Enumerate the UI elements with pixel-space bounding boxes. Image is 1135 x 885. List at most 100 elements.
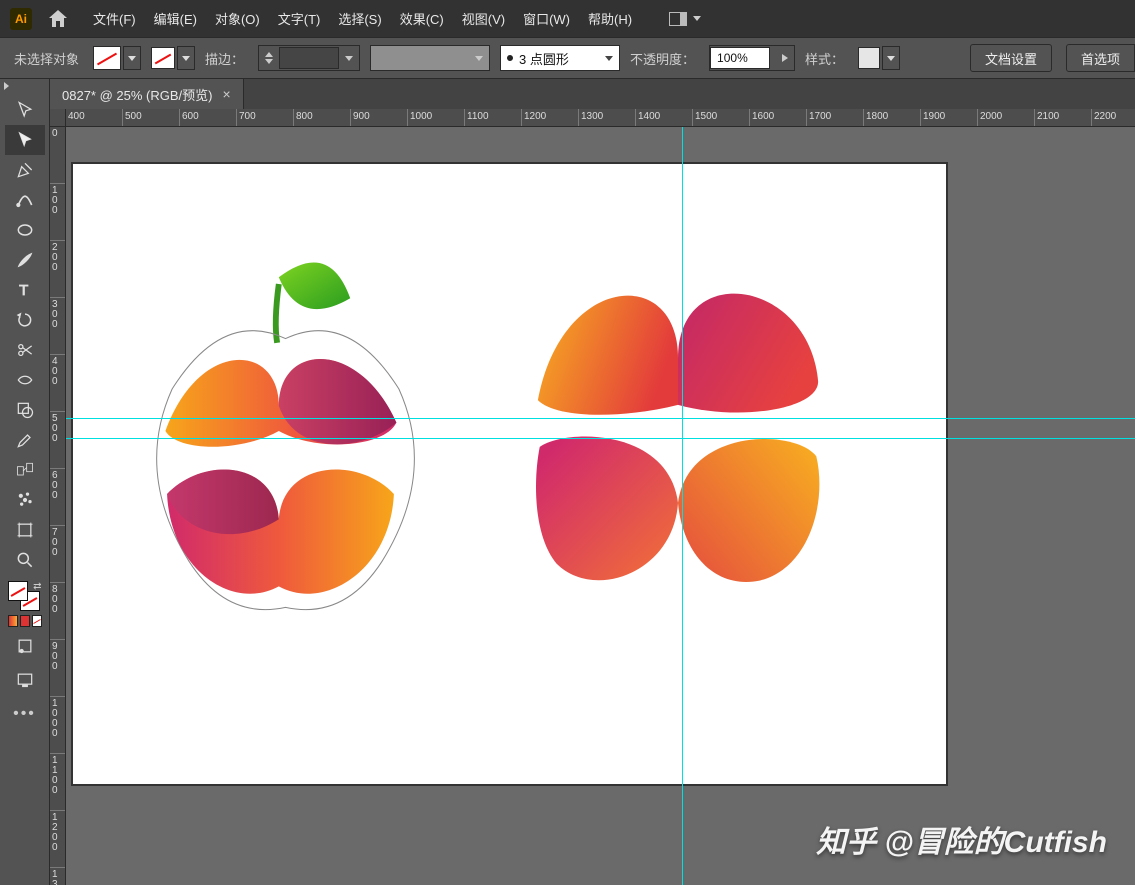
home-icon[interactable]	[46, 7, 70, 31]
opacity-input[interactable]	[710, 47, 770, 69]
stroke-label: 描边：	[205, 49, 244, 68]
ruler-tick: 2100	[1035, 109, 1092, 126]
zoom-tool[interactable]	[5, 545, 45, 575]
selection-tool[interactable]	[5, 95, 45, 125]
paintbrush-tool[interactable]	[5, 245, 45, 275]
vector-ribbons-artwork	[528, 246, 828, 601]
app-icon: Ai	[10, 8, 32, 30]
document-setup-button[interactable]: 文档设置	[970, 44, 1052, 72]
tool-panel: T ⇄ •••	[0, 79, 50, 885]
menu-item-8[interactable]: 帮助(H)	[579, 0, 641, 37]
document-tab[interactable]: 0827* @ 25% (RGB/预览) ×	[50, 79, 244, 109]
horizontal-guide-upper[interactable]	[66, 418, 1135, 419]
canvas[interactable]: 知乎 @冒险的Cutfish	[66, 127, 1135, 885]
ruler-origin[interactable]	[50, 109, 66, 127]
selection-status: 未选择对象	[14, 49, 79, 68]
width-tool[interactable]	[5, 365, 45, 395]
ruler-tick: 1 0 0 0	[50, 697, 65, 754]
style-label: 样式：	[805, 49, 844, 68]
stroke-swatch-group[interactable]	[151, 46, 195, 70]
stroke-weight-input[interactable]	[279, 47, 339, 69]
vertical-guide[interactable]	[682, 127, 683, 885]
stroke-dropdown[interactable]	[177, 46, 195, 70]
draw-mode-tool[interactable]	[5, 631, 45, 661]
document-tab-title: 0827* @ 25% (RGB/预览)	[62, 85, 212, 104]
stroke-swatch[interactable]	[151, 47, 175, 69]
screen-mode-tool[interactable]	[5, 665, 45, 695]
ruler-tick: 1500	[693, 109, 750, 126]
artboard-tool[interactable]	[5, 515, 45, 545]
fill-dropdown[interactable]	[123, 46, 141, 70]
pen-tool[interactable]	[5, 155, 45, 185]
ruler-tick: 8 0 0	[50, 583, 65, 640]
preferences-button[interactable]: 首选项	[1066, 44, 1135, 72]
document-area: 0827* @ 25% (RGB/预览) × 40050060070080090…	[50, 79, 1135, 885]
fill-swatch[interactable]	[93, 46, 121, 70]
gradient-mode-icon[interactable]	[8, 615, 18, 627]
menu-item-1[interactable]: 编辑(E)	[145, 0, 206, 37]
menubar: Ai 文件(F)编辑(E)对象(O)文字(T)选择(S)效果(C)视图(V)窗口…	[0, 0, 1135, 37]
stroke-weight-field[interactable]	[258, 45, 360, 71]
fill-swatch-group[interactable]	[93, 46, 141, 70]
close-icon[interactable]: ×	[222, 86, 230, 102]
ruler-tick: 5 0 0	[50, 412, 65, 469]
opacity-label: 不透明度：	[630, 49, 695, 68]
opacity-popup-icon[interactable]	[782, 54, 788, 62]
ruler-tick: 2000	[978, 109, 1035, 126]
brush-definition[interactable]: 3 点圆形	[500, 45, 620, 71]
fill-color-swatch[interactable]	[8, 581, 28, 601]
ruler-tick: 0	[50, 127, 65, 184]
ruler-tick: 3 0 0	[50, 298, 65, 355]
symbol-sprayer-tool[interactable]	[5, 485, 45, 515]
workspace-switcher[interactable]	[659, 12, 711, 26]
blend-tool[interactable]	[5, 455, 45, 485]
type-tool[interactable]: T	[5, 275, 45, 305]
chevron-down-icon[interactable]	[605, 56, 613, 61]
curvature-tool[interactable]	[5, 185, 45, 215]
spinner-icon[interactable]	[265, 52, 273, 64]
menu-item-7[interactable]: 窗口(W)	[514, 0, 579, 37]
direct-selection-tool[interactable]	[5, 125, 45, 155]
fill-stroke-color[interactable]: ⇄	[8, 581, 42, 611]
graphic-style[interactable]	[858, 46, 900, 70]
ruler-tick: 500	[123, 109, 180, 126]
none-mode-icon[interactable]	[32, 615, 42, 627]
ruler-tick: 1800	[864, 109, 921, 126]
ruler-tick: 1200	[522, 109, 579, 126]
swap-colors-icon[interactable]: ⇄	[33, 581, 41, 592]
menu-item-6[interactable]: 视图(V)	[453, 0, 514, 37]
chevron-down-icon[interactable]	[345, 56, 353, 61]
ruler-tick: 1100	[465, 109, 522, 126]
variable-width-profile[interactable]	[370, 45, 490, 71]
color-mode-row	[8, 615, 42, 627]
ruler-tick: 1400	[636, 109, 693, 126]
panel-collapse-handle[interactable]	[0, 79, 49, 93]
vertical-ruler[interactable]: 01 0 02 0 03 0 04 0 05 0 06 0 07 0 08 0 …	[50, 127, 66, 885]
rotate-tool[interactable]	[5, 305, 45, 335]
menu-item-2[interactable]: 对象(O)	[206, 0, 269, 37]
eyedropper-tool[interactable]	[5, 425, 45, 455]
ruler-tick: 1000	[408, 109, 465, 126]
ruler-tick: 6 0 0	[50, 469, 65, 526]
horizontal-guide-lower[interactable]	[66, 438, 1135, 439]
ellipse-tool[interactable]	[5, 215, 45, 245]
chevron-down-icon[interactable]	[475, 56, 483, 61]
horizontal-ruler[interactable]: 4005006007008009001000110012001300140015…	[66, 109, 1135, 127]
ruler-tick: 9 0 0	[50, 640, 65, 697]
ruler-tick: 1 0 0	[50, 184, 65, 241]
graphic-style-dropdown[interactable]	[882, 46, 900, 70]
ruler-tick: 1700	[807, 109, 864, 126]
ruler-tick: 1 2 0 0	[50, 811, 65, 868]
ruler-tick: 1 1 0 0	[50, 754, 65, 811]
menu-item-3[interactable]: 文字(T)	[269, 0, 330, 37]
menu-item-5[interactable]: 效果(C)	[391, 0, 453, 37]
svg-text:T: T	[19, 282, 28, 299]
edit-toolbar-button[interactable]: •••	[13, 705, 36, 723]
menu-item-4[interactable]: 选择(S)	[329, 0, 390, 37]
scissors-tool[interactable]	[5, 335, 45, 365]
menu-item-0[interactable]: 文件(F)	[84, 0, 145, 37]
color-mode-icon[interactable]	[20, 615, 30, 627]
graphic-style-swatch[interactable]	[858, 47, 880, 69]
brush-definition-label: 3 点圆形	[519, 49, 569, 68]
shape-builder-tool[interactable]	[5, 395, 45, 425]
